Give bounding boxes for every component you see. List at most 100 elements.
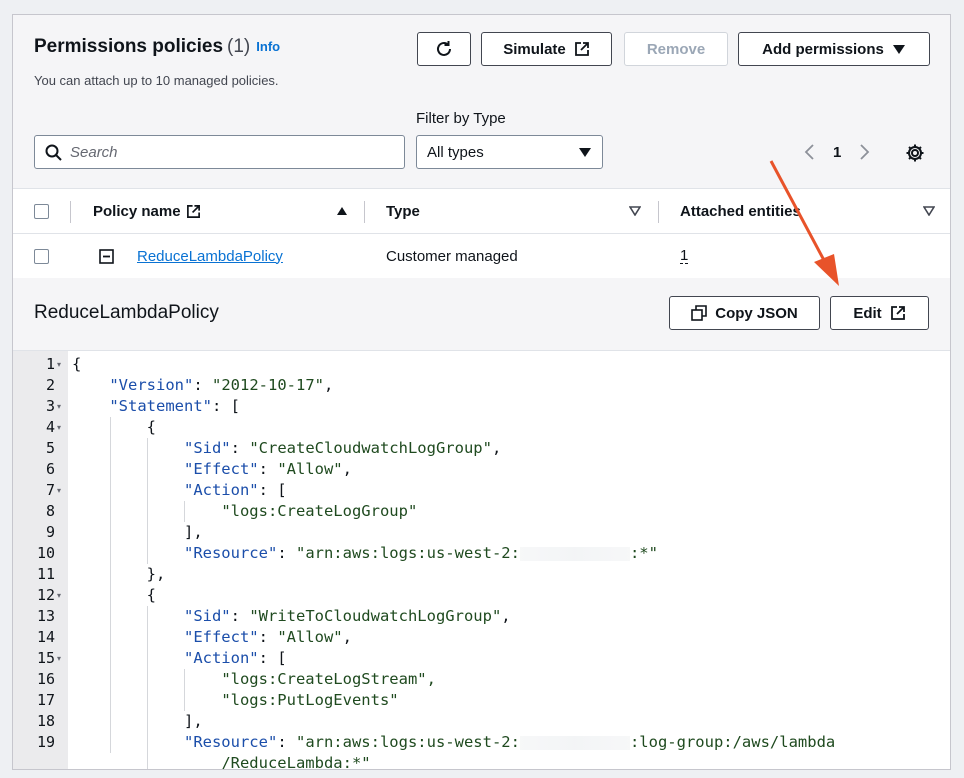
line-number: 2	[45, 376, 55, 394]
simulate-button[interactable]: Simulate	[481, 32, 612, 66]
code-line: "Action": [	[183, 649, 287, 667]
code-line: {	[72, 418, 156, 436]
column-label: Attached entities	[680, 202, 801, 220]
code-line: "Sid": "CreateCloudwatchLogGroup",	[183, 439, 502, 457]
fold-toggle-icon[interactable]: ▾	[57, 480, 61, 501]
indent-guide	[184, 669, 185, 711]
policy-detail-header: ReduceLambdaPolicy Copy JSON Edit	[13, 279, 950, 351]
code-line: "Version": "2012-10-17",	[109, 376, 334, 394]
column-header-policy-name[interactable]: Policy name	[93, 189, 201, 233]
external-link-icon	[186, 204, 200, 218]
sort-icon[interactable]	[923, 189, 935, 233]
remove-label: Remove	[646, 40, 706, 58]
attached-entities-count[interactable]: 1	[680, 248, 689, 264]
code-line: {	[72, 586, 156, 604]
policy-type-cell: Customer managed	[386, 234, 518, 278]
chevron-left-icon[interactable]	[803, 143, 815, 161]
search-icon	[45, 144, 62, 161]
column-divider	[364, 201, 365, 223]
sort-asc-icon[interactable]	[336, 189, 348, 233]
pagination: 1	[803, 143, 871, 161]
type-filter-select[interactable]: All types	[416, 135, 603, 169]
policies-table: Policy name Type Attached entities Reduc…	[13, 188, 950, 278]
redacted-account-id	[519, 546, 630, 561]
code-line: "Resource": "arn:aws:logs:us-west-2::*"	[183, 544, 658, 562]
title-text: Permissions policies	[34, 36, 224, 57]
fold-toggle-icon[interactable]: ▾	[57, 396, 61, 417]
preferences-button[interactable]	[905, 143, 925, 168]
line-number: 7	[45, 481, 55, 499]
chevron-right-icon[interactable]	[859, 143, 871, 161]
indent-guide	[147, 438, 148, 564]
refresh-icon	[437, 41, 451, 56]
copy-json-label: Copy JSON	[715, 304, 798, 322]
code-line: "Statement": [	[109, 397, 240, 415]
page-title: Permissions policies (1) Info	[34, 36, 280, 58]
search-input[interactable]: Search	[34, 135, 405, 169]
external-link-icon	[574, 42, 589, 56]
line-number: 9	[45, 523, 55, 541]
current-page[interactable]: 1	[833, 144, 841, 161]
gear-icon	[906, 144, 924, 162]
copy-icon	[691, 305, 708, 321]
edit-label: Edit	[853, 304, 882, 322]
table-row: ReduceLambdaPolicy Customer managed 1	[13, 234, 950, 278]
info-link[interactable]: Info	[256, 39, 280, 54]
row-checkbox-cell	[34, 234, 49, 278]
attached-entities-cell: 1	[680, 234, 689, 278]
add-permissions-label: Add permissions	[762, 40, 884, 58]
line-number: 11	[36, 565, 55, 583]
edit-button[interactable]: Edit	[830, 296, 929, 330]
policy-count: (1)	[227, 36, 251, 57]
copy-json-button[interactable]: Copy JSON	[669, 296, 820, 330]
simulate-label: Simulate	[503, 40, 566, 58]
line-number: 3	[45, 397, 55, 415]
fold-toggle-icon[interactable]: ▾	[57, 417, 61, 438]
code-line: "logs:CreateLogGroup"	[221, 502, 418, 520]
code-line: "Effect": "Allow",	[183, 460, 352, 478]
code-line: "logs:PutLogEvents"	[221, 691, 399, 709]
column-header-type[interactable]: Type	[386, 189, 420, 233]
code-line: ],	[72, 712, 203, 730]
code-line: /ReduceLambda:*"	[221, 754, 371, 770]
column-divider	[70, 201, 71, 223]
code-line: "Effect": "Allow",	[183, 628, 352, 646]
column-header-attached-entities[interactable]: Attached entities	[680, 189, 801, 233]
indent-guide	[147, 606, 148, 769]
line-number: 10	[36, 544, 55, 562]
code-line: "logs:CreateLogStream",	[221, 670, 436, 688]
fold-toggle-icon[interactable]: ▾	[57, 585, 61, 606]
caret-down-icon	[579, 148, 591, 157]
sort-icon[interactable]	[629, 189, 641, 233]
line-number: 6	[45, 460, 55, 478]
header-description: You can attach up to 10 managed policies…	[34, 73, 279, 88]
type-filter-value: All types	[427, 143, 484, 161]
column-divider	[658, 201, 659, 223]
table-header: Policy name Type Attached entities	[13, 188, 950, 234]
add-permissions-button[interactable]: Add permissions	[738, 32, 930, 66]
external-link-icon	[890, 306, 905, 320]
code-line: "Sid": "WriteToCloudwatchLogGroup",	[183, 607, 511, 625]
permissions-policies-panel: Permissions policies (1) Info You can atta…	[12, 14, 951, 770]
json-policy-editor[interactable]: 1 ▾{2 "Version": "2012-10-17", 3 ▾ "Stateme…	[13, 351, 950, 770]
line-number: 13	[36, 607, 55, 625]
row-checkbox[interactable]	[34, 248, 49, 264]
collapse-button[interactable]	[99, 234, 114, 278]
policy-name-link[interactable]: ReduceLambdaPolicy	[137, 248, 283, 265]
policy-name-cell: ReduceLambdaPolicy	[137, 234, 283, 278]
indent-guide	[110, 417, 111, 753]
policy-type: Customer managed	[386, 247, 518, 265]
refresh-button[interactable]	[417, 32, 471, 66]
remove-button[interactable]: Remove	[624, 32, 728, 66]
code-line: ],	[72, 523, 203, 541]
line-number: 19	[36, 733, 55, 751]
select-all-checkbox[interactable]	[34, 203, 49, 219]
line-number: 17	[36, 691, 55, 709]
filter-by-type-label: Filter by Type	[416, 110, 506, 127]
fold-toggle-icon[interactable]: ▾	[57, 648, 61, 669]
indent-guide	[184, 501, 185, 522]
fold-toggle-icon[interactable]: ▾	[57, 354, 61, 375]
line-number: 15	[36, 649, 55, 667]
code-line: "Action": [	[183, 481, 287, 499]
caret-down-icon	[892, 45, 905, 54]
